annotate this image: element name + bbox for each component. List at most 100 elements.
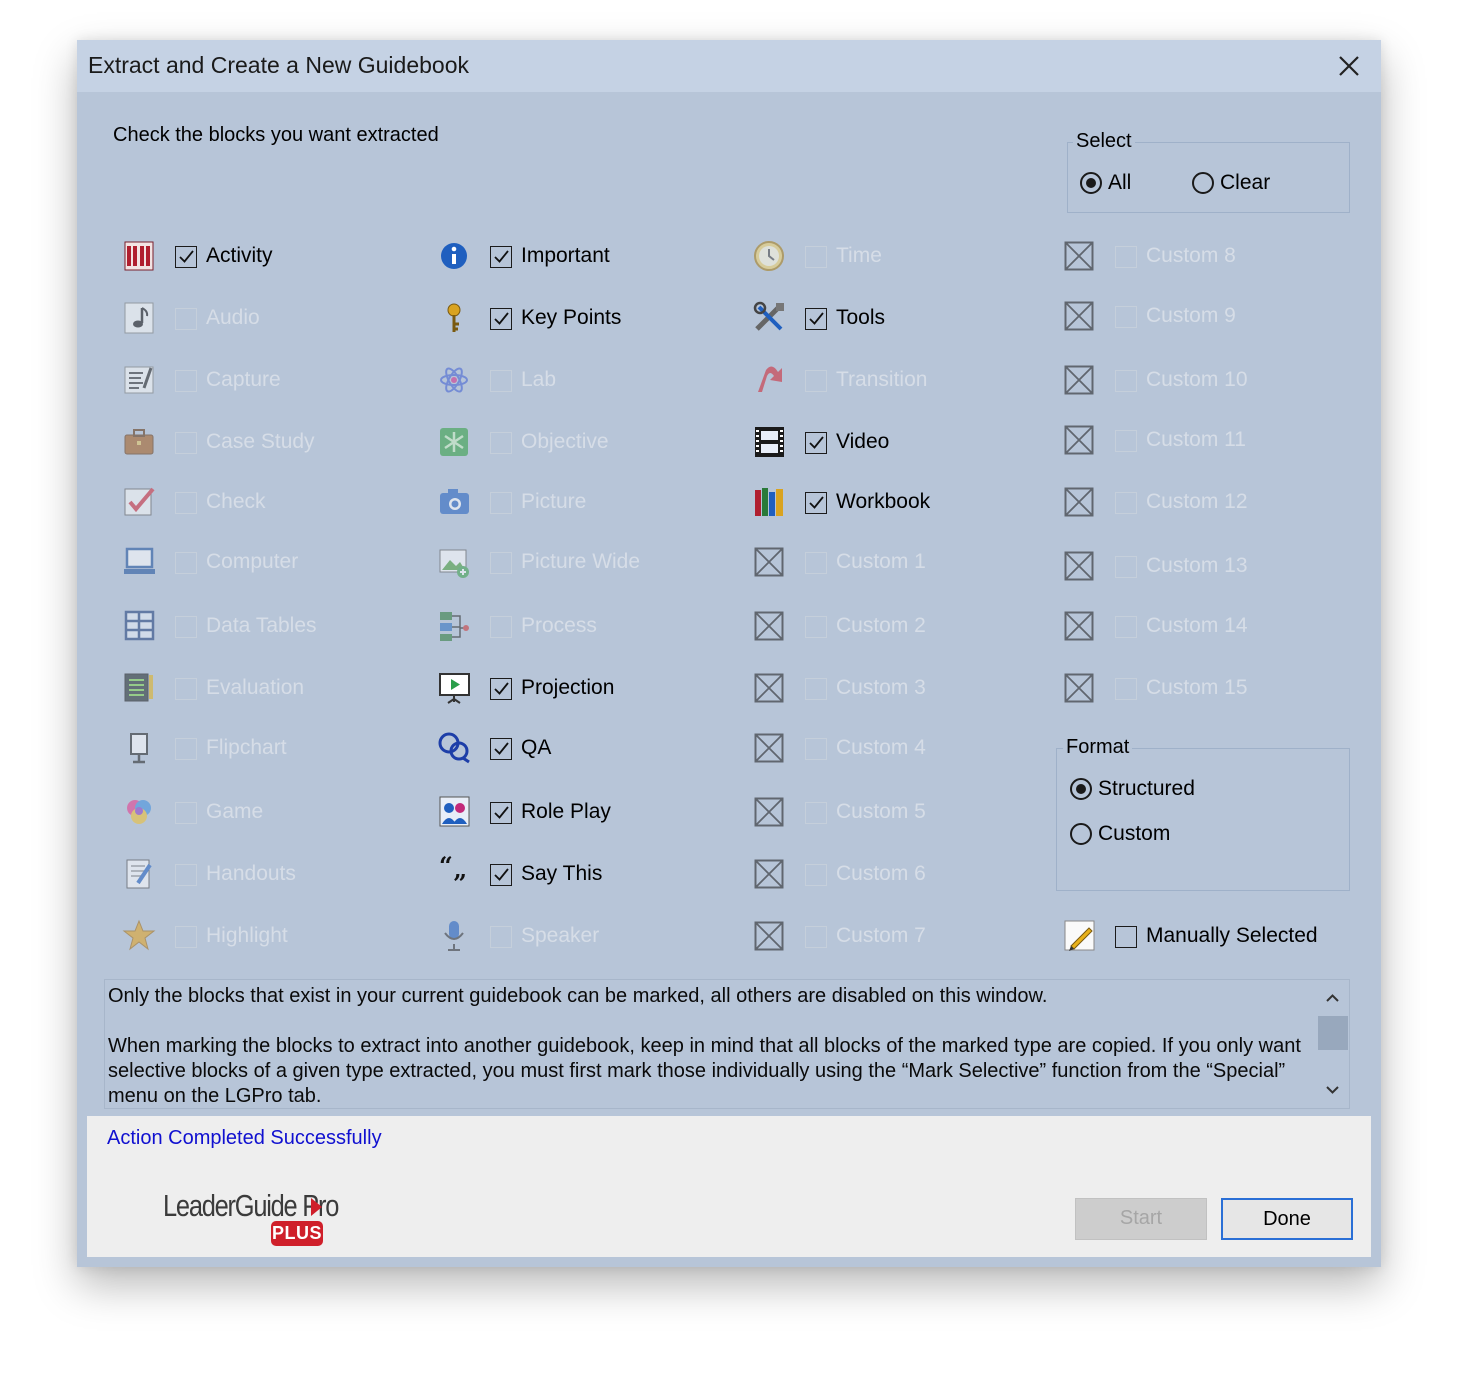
window-title: Extract and Create a New Guidebook — [88, 52, 469, 78]
block-custom-12-checkbox[interactable] — [1115, 492, 1137, 514]
scroll-thumb[interactable] — [1318, 1016, 1348, 1050]
block-speaker-checkbox[interactable] — [490, 926, 512, 948]
block-label: Speaker — [521, 924, 600, 947]
block-custom-14-checkbox[interactable] — [1115, 616, 1137, 638]
block-label: Lab — [521, 368, 557, 391]
info-paragraph: Only the blocks that exist in your curre… — [108, 985, 1048, 1007]
block-video-checkbox[interactable] — [805, 432, 827, 454]
block-label: Process — [521, 614, 597, 637]
block-custom-9-checkbox[interactable] — [1115, 306, 1137, 328]
picture-wide-icon — [437, 544, 471, 580]
format-custom-radio[interactable]: Custom — [1070, 822, 1170, 846]
format-structured-radio[interactable]: Structured — [1070, 777, 1195, 801]
block-projection-checkbox[interactable] — [490, 678, 512, 700]
block-check-checkbox[interactable] — [175, 492, 197, 514]
block-custom-3-checkbox[interactable] — [805, 678, 827, 700]
block-custom-7-checkbox[interactable] — [805, 926, 827, 948]
format-group-legend: Format — [1063, 736, 1133, 759]
block-qa-checkbox[interactable] — [490, 738, 512, 760]
block-time-checkbox[interactable] — [805, 246, 827, 268]
block-label: Highlight — [206, 924, 288, 947]
checkmark-icon — [809, 436, 824, 449]
checkmark-icon — [809, 496, 824, 509]
capture-icon — [122, 362, 156, 398]
tools-icon — [752, 300, 786, 336]
format-structured-radio-dot — [1070, 778, 1092, 800]
handouts-icon — [122, 856, 156, 892]
block-label: Custom 9 — [1146, 304, 1236, 327]
block-custom-13-checkbox[interactable] — [1115, 556, 1137, 578]
custom-block-icon — [752, 730, 786, 766]
block-activity-checkbox[interactable] — [175, 246, 197, 268]
block-label: Custom 10 — [1146, 368, 1248, 391]
block-key-points-checkbox[interactable] — [490, 308, 512, 330]
block-capture-checkbox[interactable] — [175, 370, 197, 392]
block-computer-checkbox[interactable] — [175, 552, 197, 574]
vertical-scrollbar[interactable] — [1316, 980, 1349, 1108]
block-custom-8-checkbox[interactable] — [1115, 246, 1137, 268]
block-label: Custom 3 — [836, 676, 926, 699]
block-label: Data Tables — [206, 614, 317, 637]
block-label: Time — [836, 244, 882, 267]
block-case-study-checkbox[interactable] — [175, 432, 197, 454]
custom-block-icon — [1062, 422, 1096, 458]
block-label: Important — [521, 244, 610, 267]
start-button[interactable]: Start — [1075, 1198, 1207, 1240]
block-label: Tools — [836, 306, 886, 329]
microphone-icon — [437, 918, 471, 954]
block-picture-checkbox[interactable] — [490, 492, 512, 514]
block-custom-11-checkbox[interactable] — [1115, 430, 1137, 452]
block-label: Workbook — [836, 490, 931, 513]
block-lab-checkbox[interactable] — [490, 370, 512, 392]
block-custom-4-checkbox[interactable] — [805, 738, 827, 760]
extract-guidebook-dialog: Extract and Create a New Guidebook Check… — [77, 40, 1381, 1267]
checkmark-icon — [179, 250, 194, 263]
scroll-down-button[interactable] — [1316, 1078, 1349, 1102]
block-evaluation-checkbox[interactable] — [175, 678, 197, 700]
block-label: Say This — [521, 862, 603, 885]
select-all-radio[interactable]: All — [1080, 171, 1131, 195]
block-objective-checkbox[interactable] — [490, 432, 512, 454]
block-custom-15-checkbox[interactable] — [1115, 678, 1137, 700]
block-label: Evaluation — [206, 676, 305, 699]
close-button[interactable] — [1331, 48, 1367, 84]
format-structured-label: Structured — [1098, 777, 1195, 800]
block-custom-5-checkbox[interactable] — [805, 802, 827, 824]
block-custom-2-checkbox[interactable] — [805, 616, 827, 638]
checkmark-icon — [494, 312, 509, 325]
block-process-checkbox[interactable] — [490, 616, 512, 638]
block-transition-checkbox[interactable] — [805, 370, 827, 392]
block-important-checkbox[interactable] — [490, 246, 512, 268]
block-say-this-checkbox[interactable] — [490, 864, 512, 886]
custom-block-icon — [752, 856, 786, 892]
checkmark-icon — [494, 250, 509, 263]
block-flipchart-checkbox[interactable] — [175, 738, 197, 760]
checkmark-icon — [122, 484, 156, 520]
block-label: Objective — [521, 430, 609, 453]
block-label: Flipchart — [206, 736, 287, 759]
info-paragraph: When marking the blocks to extract into … — [108, 1035, 1301, 1107]
block-highlight-checkbox[interactable] — [175, 926, 197, 948]
block-custom-6-checkbox[interactable] — [805, 864, 827, 886]
custom-block-icon — [752, 608, 786, 644]
block-tools-checkbox[interactable] — [805, 308, 827, 330]
select-clear-radio[interactable]: Clear — [1192, 171, 1270, 195]
format-custom-radio-dot — [1070, 823, 1092, 845]
block-audio-checkbox[interactable] — [175, 308, 197, 330]
block-label: Custom 15 — [1146, 676, 1248, 699]
block-manually-selected-checkbox[interactable] — [1115, 926, 1137, 948]
block-picture-wide-checkbox[interactable] — [490, 552, 512, 574]
info-textbox[interactable]: Only the blocks that exist in your curre… — [104, 979, 1350, 1109]
block-label: Custom 7 — [836, 924, 926, 947]
chevron-down-icon — [1326, 1086, 1339, 1094]
block-handouts-checkbox[interactable] — [175, 864, 197, 886]
logo-play-arrow — [311, 1198, 322, 1216]
block-data-tables-checkbox[interactable] — [175, 616, 197, 638]
scroll-up-button[interactable] — [1316, 986, 1349, 1010]
block-custom-10-checkbox[interactable] — [1115, 370, 1137, 392]
block-role-play-checkbox[interactable] — [490, 802, 512, 824]
block-game-checkbox[interactable] — [175, 802, 197, 824]
done-button[interactable]: Done — [1221, 1198, 1353, 1240]
block-workbook-checkbox[interactable] — [805, 492, 827, 514]
block-custom-1-checkbox[interactable] — [805, 552, 827, 574]
